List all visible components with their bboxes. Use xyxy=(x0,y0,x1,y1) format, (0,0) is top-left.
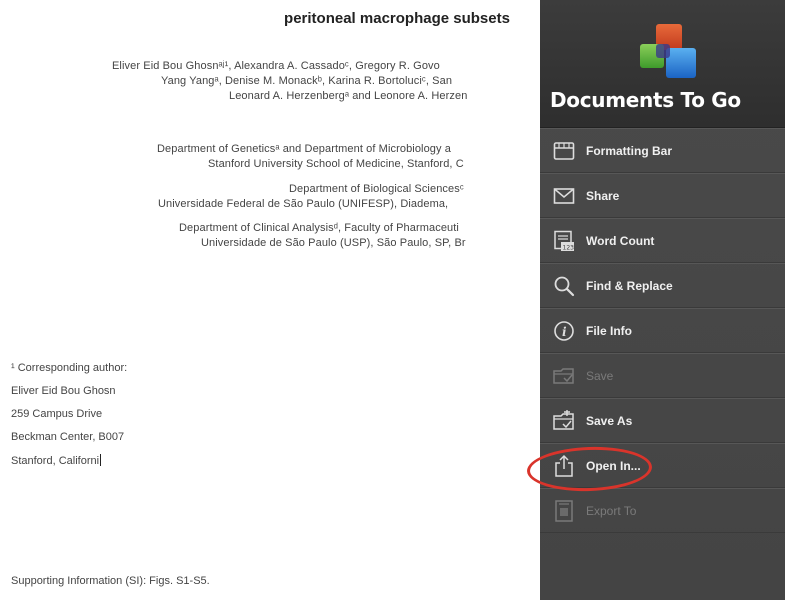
menu-item-label: Save xyxy=(586,368,614,383)
menu-header: Documents To Go xyxy=(540,0,785,128)
svg-text:123: 123 xyxy=(563,244,575,251)
affiliation-line: Department of Clinical Analysisᵈ, Facult… xyxy=(179,222,459,234)
corresponding-name: Eliver Eid Bou Ghosn xyxy=(11,385,116,397)
word-count-icon: 123 xyxy=(552,229,576,253)
menu-item-export-to[interactable]: Export To xyxy=(540,488,785,533)
save-as-icon xyxy=(552,409,576,433)
menu-item-file-info[interactable]: i File Info xyxy=(540,308,785,353)
document-page[interactable]: peritoneal macrophage subsets Eliver Eid… xyxy=(0,0,540,600)
menu-item-word-count[interactable]: 123 Word Count xyxy=(540,218,785,263)
affiliation-line: Stanford University School of Medicine, … xyxy=(208,158,464,170)
menu-item-save[interactable]: Save xyxy=(540,353,785,398)
menu-item-find-replace[interactable]: Find & Replace xyxy=(540,263,785,308)
affiliation-line: Department of Geneticsᵃ and Department o… xyxy=(157,143,452,155)
menu-item-save-as[interactable]: Save As xyxy=(540,398,785,443)
affiliation-line: Department of Biological Sciencesᶜ xyxy=(289,183,464,195)
save-icon xyxy=(552,364,576,388)
corresponding-address: Stanford, Californi xyxy=(11,454,102,467)
magnifier-icon xyxy=(552,274,576,298)
corresponding-address: Beckman Center, B007 xyxy=(11,431,125,443)
menu-item-share[interactable]: Share xyxy=(540,173,785,218)
corresponding-address: 259 Campus Drive xyxy=(11,408,103,420)
corresponding-label: ¹ Corresponding author: xyxy=(11,362,128,374)
text-cursor xyxy=(100,454,102,466)
menu-item-label: Word Count xyxy=(586,233,655,248)
export-icon xyxy=(552,499,576,523)
formatting-bar-icon xyxy=(552,139,576,163)
menu-item-label: Formatting Bar xyxy=(586,143,673,158)
author-line: Yang Yangᵃ, Denise M. Monackᵇ, Karina R.… xyxy=(161,75,453,87)
supporting-info: Supporting Information (SI): Figs. S1-S5… xyxy=(11,575,210,587)
document-title: peritoneal macrophage subsets xyxy=(0,10,540,28)
menu-item-label: Export To xyxy=(586,503,637,518)
documents-to-go-logo-icon xyxy=(638,24,700,84)
menu-item-formatting-bar[interactable]: Formatting Bar xyxy=(540,128,785,173)
affiliation-line: Universidade Federal de São Paulo (UNIFE… xyxy=(158,198,449,210)
author-line: Eliver Eid Bou Ghosnᵃʲ¹, Alexandra A. Ca… xyxy=(112,60,440,72)
info-icon: i xyxy=(552,319,576,343)
options-menu-panel: Documents To Go Formatting Bar Share 123… xyxy=(540,0,785,600)
envelope-icon xyxy=(552,184,576,208)
menu-item-label: Find & Replace xyxy=(586,278,673,293)
document-title-text: peritoneal macrophage subsets xyxy=(284,10,510,27)
svg-text:i: i xyxy=(562,325,567,339)
author-line: Leonard A. Herzenbergᵃ and Leonore A. He… xyxy=(229,90,468,102)
menu-item-label: Share xyxy=(586,188,620,203)
affiliation-line: Universidade de São Paulo (USP), São Pau… xyxy=(201,237,466,249)
corresponding-city: Stanford, Californi xyxy=(11,455,100,467)
menu-item-label: Save As xyxy=(586,413,633,428)
menu-item-label: File Info xyxy=(586,323,632,338)
brand-title: Documents To Go xyxy=(550,88,741,112)
